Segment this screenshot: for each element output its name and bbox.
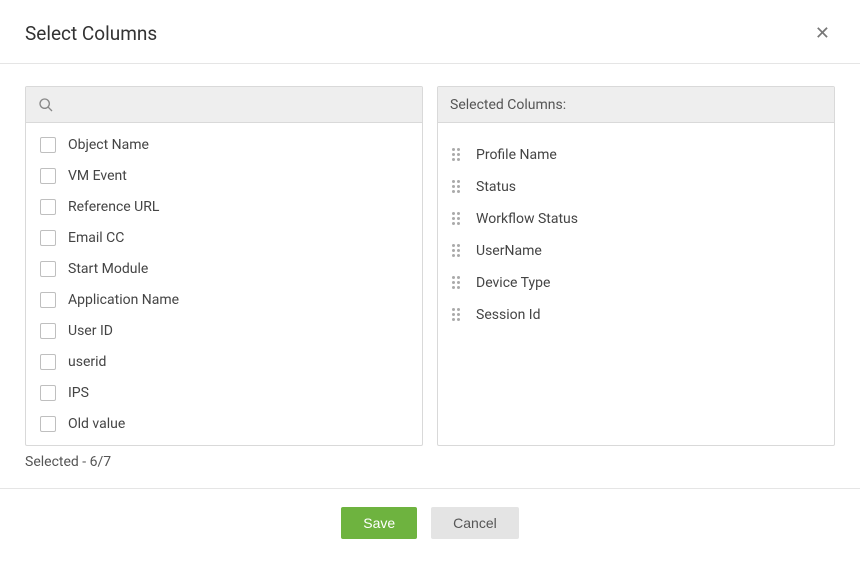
selected-column-label: Workflow Status: [476, 211, 578, 227]
columns-wrap: Object Name VM Event Reference URL Email CC…: [25, 86, 835, 446]
selected-column-label: Session Id: [476, 307, 540, 323]
available-column-item[interactable]: Old value: [40, 408, 422, 439]
available-column-item[interactable]: User ID: [40, 315, 422, 346]
available-column-label: Object Name: [68, 137, 149, 153]
available-column-item[interactable]: Start Module: [40, 253, 422, 284]
column-checkbox[interactable]: [40, 354, 56, 370]
available-column-item[interactable]: Application Protocol: [40, 439, 422, 445]
available-column-item[interactable]: IPS: [40, 377, 422, 408]
available-column-label: userid: [68, 354, 106, 370]
column-checkbox[interactable]: [40, 416, 56, 432]
column-checkbox[interactable]: [40, 137, 56, 153]
dialog-body: Object Name VM Event Reference URL Email CC…: [0, 64, 860, 446]
dialog-footer: Save Cancel: [0, 488, 860, 561]
dialog-title: Select Columns: [25, 22, 157, 45]
selected-column-item[interactable]: Status: [452, 171, 834, 203]
available-column-item[interactable]: Application Name: [40, 284, 422, 315]
save-button[interactable]: Save: [341, 507, 417, 539]
drag-handle-icon[interactable]: [452, 244, 464, 258]
available-column-label: Email CC: [68, 230, 124, 246]
available-column-label: User ID: [68, 323, 113, 339]
selected-column-item[interactable]: Session Id: [452, 299, 834, 331]
available-columns-panel: Object Name VM Event Reference URL Email CC…: [25, 86, 423, 446]
selected-columns-list-container: Profile Name Status Workflow Status UserNam…: [438, 123, 834, 445]
selected-columns-list: Profile Name Status Workflow Status UserNam…: [438, 129, 834, 331]
selected-column-item[interactable]: UserName: [452, 235, 834, 267]
available-columns-list-container: Object Name VM Event Reference URL Email CC…: [26, 123, 422, 445]
column-checkbox[interactable]: [40, 168, 56, 184]
available-column-item[interactable]: Email CC: [40, 222, 422, 253]
available-column-label: IPS: [68, 385, 89, 401]
available-column-label: Application Name: [68, 292, 179, 308]
available-column-label: Start Module: [68, 261, 148, 277]
available-column-label: Reference URL: [68, 199, 159, 215]
selection-status: Selected - 6/7: [0, 446, 860, 470]
search-bar[interactable]: [26, 87, 422, 123]
selected-columns-panel: Selected Columns: Profile Name Status Work…: [437, 86, 835, 446]
drag-handle-icon[interactable]: [452, 180, 464, 194]
selected-column-item[interactable]: Profile Name: [452, 139, 834, 171]
selected-column-label: Profile Name: [476, 147, 557, 163]
available-column-item[interactable]: Object Name: [40, 129, 422, 160]
available-column-item[interactable]: Reference URL: [40, 191, 422, 222]
available-column-item[interactable]: userid: [40, 346, 422, 377]
column-checkbox[interactable]: [40, 385, 56, 401]
drag-handle-icon[interactable]: [452, 276, 464, 290]
column-checkbox[interactable]: [40, 230, 56, 246]
drag-handle-icon[interactable]: [452, 148, 464, 162]
column-checkbox[interactable]: [40, 323, 56, 339]
select-columns-dialog: Select Columns ✕ Object Name VM Event Refe…: [0, 0, 860, 561]
column-checkbox[interactable]: [40, 199, 56, 215]
column-checkbox[interactable]: [40, 292, 56, 308]
selected-column-label: UserName: [476, 243, 542, 259]
available-column-label: VM Event: [68, 168, 127, 184]
dialog-header: Select Columns ✕: [0, 0, 860, 64]
cancel-button[interactable]: Cancel: [431, 507, 519, 539]
available-columns-list: Object Name VM Event Reference URL Email CC…: [26, 129, 422, 445]
selected-column-label: Device Type: [476, 275, 550, 291]
search-icon: [38, 97, 54, 113]
drag-handle-icon[interactable]: [452, 212, 464, 226]
selected-columns-header-label: Selected Columns:: [450, 97, 566, 113]
drag-handle-icon[interactable]: [452, 308, 464, 322]
available-column-item[interactable]: VM Event: [40, 160, 422, 191]
available-column-label: Old value: [68, 416, 125, 432]
selected-columns-header: Selected Columns:: [438, 87, 834, 123]
selected-column-item[interactable]: Workflow Status: [452, 203, 834, 235]
close-icon[interactable]: ✕: [815, 25, 830, 43]
selected-column-item[interactable]: Device Type: [452, 267, 834, 299]
selected-column-label: Status: [476, 179, 516, 195]
column-checkbox[interactable]: [40, 261, 56, 277]
